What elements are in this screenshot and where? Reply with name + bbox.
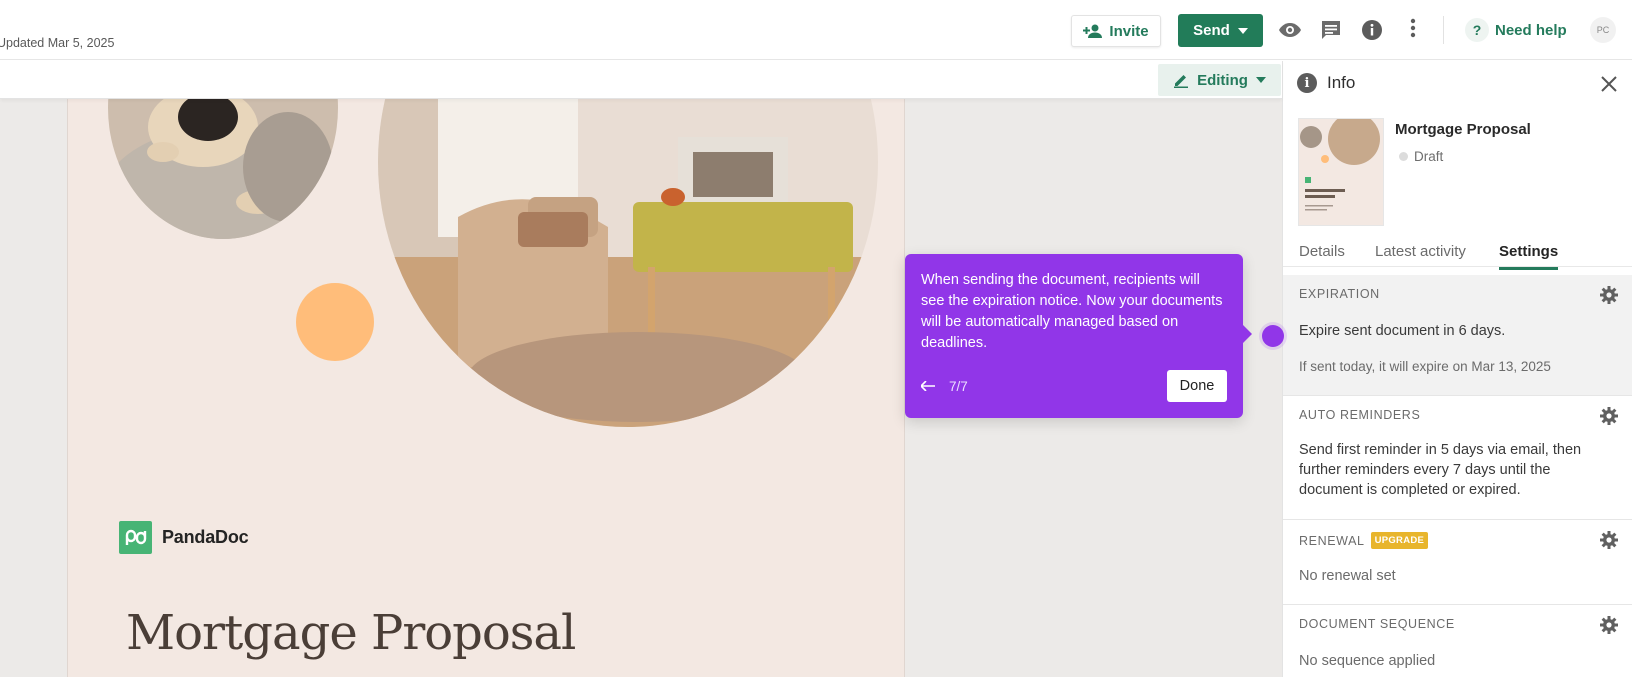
document-page[interactable]: PandaDoc Mortgage Proposal bbox=[67, 99, 905, 677]
status-label: Draft bbox=[1414, 149, 1444, 164]
expiration-section: EXPIRATION Expire sent document in 6 day… bbox=[1283, 275, 1632, 396]
caret-down-icon bbox=[1237, 27, 1248, 34]
done-button[interactable]: Done bbox=[1167, 370, 1227, 402]
renewal-section: RENEWAL UPGRADE No renewal set bbox=[1283, 520, 1632, 605]
info-icon[interactable] bbox=[1359, 17, 1385, 43]
pandadoc-logo-icon bbox=[119, 521, 152, 554]
panel-header: i Info bbox=[1297, 73, 1355, 93]
need-help-button[interactable]: ? Need help bbox=[1465, 17, 1567, 43]
panel-tabs: Details Latest activity Settings bbox=[1283, 237, 1632, 270]
renewal-heading: RENEWAL bbox=[1299, 533, 1365, 548]
send-label: Send bbox=[1193, 22, 1230, 39]
send-button[interactable]: Send bbox=[1178, 14, 1263, 47]
auto-reminders-text: Send first reminder in 5 days via email,… bbox=[1299, 442, 1582, 498]
preview-eye-icon[interactable] bbox=[1277, 17, 1303, 43]
back-arrow-icon[interactable] bbox=[919, 378, 943, 395]
document-sequence-text: No sequence applied bbox=[1299, 653, 1436, 669]
editor-toolbar bbox=[0, 61, 1282, 99]
need-help-label: Need help bbox=[1495, 21, 1567, 39]
document-sequence-heading: DOCUMENT SEQUENCE bbox=[1299, 617, 1455, 631]
toolbar-divider bbox=[1443, 16, 1444, 44]
status-dot-icon bbox=[1399, 152, 1408, 161]
tab-settings[interactable]: Settings bbox=[1499, 243, 1559, 270]
close-icon[interactable] bbox=[1598, 73, 1620, 95]
gear-icon[interactable] bbox=[1599, 406, 1619, 426]
tooltip-footer: 7/7 Done bbox=[919, 370, 1227, 402]
pencil-icon bbox=[1174, 75, 1189, 88]
caret-down-icon bbox=[1255, 77, 1266, 83]
upgrade-badge[interactable]: UPGRADE bbox=[1370, 532, 1429, 549]
dog-photo bbox=[108, 99, 338, 239]
decorative-orange-circle bbox=[296, 283, 374, 361]
document-sequence-section: DOCUMENT SEQUENCE No sequence applied bbox=[1283, 605, 1632, 677]
add-person-icon bbox=[1083, 24, 1103, 38]
info-icon: i bbox=[1297, 73, 1317, 93]
editing-label: Editing bbox=[1197, 71, 1248, 89]
gear-icon[interactable] bbox=[1599, 615, 1619, 635]
tooltip-text: When sending the document, recipients wi… bbox=[921, 272, 1223, 351]
brand-name: PandaDoc bbox=[162, 527, 249, 547]
info-panel: i Info Mortgage Proposal Draft Details L… bbox=[1282, 61, 1632, 677]
expiration-text: Expire sent document in 6 days. bbox=[1299, 323, 1506, 339]
more-options-icon[interactable] bbox=[1400, 15, 1426, 41]
expiration-date-note: If sent today, it will expire on Mar 13,… bbox=[1299, 359, 1551, 374]
tour-beacon[interactable] bbox=[1262, 325, 1284, 347]
renewal-text: No renewal set bbox=[1299, 568, 1396, 584]
expiration-heading: EXPIRATION bbox=[1299, 287, 1380, 301]
tab-details[interactable]: Details bbox=[1299, 243, 1345, 267]
panel-title: Info bbox=[1327, 73, 1356, 92]
tooltip-arrow bbox=[1243, 325, 1252, 343]
editing-mode-dropdown[interactable]: Editing bbox=[1158, 64, 1281, 96]
avatar[interactable]: PC bbox=[1590, 17, 1616, 43]
comments-icon[interactable] bbox=[1318, 17, 1344, 43]
status-badge: Draft bbox=[1399, 149, 1443, 164]
auto-reminders-section: AUTO REMINDERS Send first reminder in 5 … bbox=[1283, 396, 1632, 520]
invite-label: Invite bbox=[1109, 22, 1149, 40]
tab-latest-activity[interactable]: Latest activity bbox=[1375, 243, 1466, 267]
top-bar: Updated Mar 5, 2025 Invite Send ? Need h… bbox=[0, 0, 1632, 60]
document-title[interactable]: Mortgage Proposal bbox=[126, 605, 576, 661]
updated-timestamp: Updated Mar 5, 2025 bbox=[0, 36, 115, 50]
gear-icon[interactable] bbox=[1599, 530, 1619, 550]
tooltip-step-counter: 7/7 bbox=[949, 378, 968, 394]
invite-button[interactable]: Invite bbox=[1071, 15, 1161, 47]
onboarding-tooltip: When sending the document, recipients wi… bbox=[905, 254, 1252, 418]
renewal-heading-row: RENEWAL UPGRADE bbox=[1299, 532, 1429, 549]
brand-logo-block: PandaDoc bbox=[119, 521, 249, 554]
living-room-photo bbox=[378, 99, 878, 427]
document-name: Mortgage Proposal bbox=[1395, 121, 1531, 138]
gear-icon[interactable] bbox=[1599, 285, 1619, 305]
auto-reminders-heading: AUTO REMINDERS bbox=[1299, 408, 1421, 422]
document-thumbnail[interactable] bbox=[1298, 118, 1384, 226]
question-icon: ? bbox=[1465, 18, 1489, 42]
